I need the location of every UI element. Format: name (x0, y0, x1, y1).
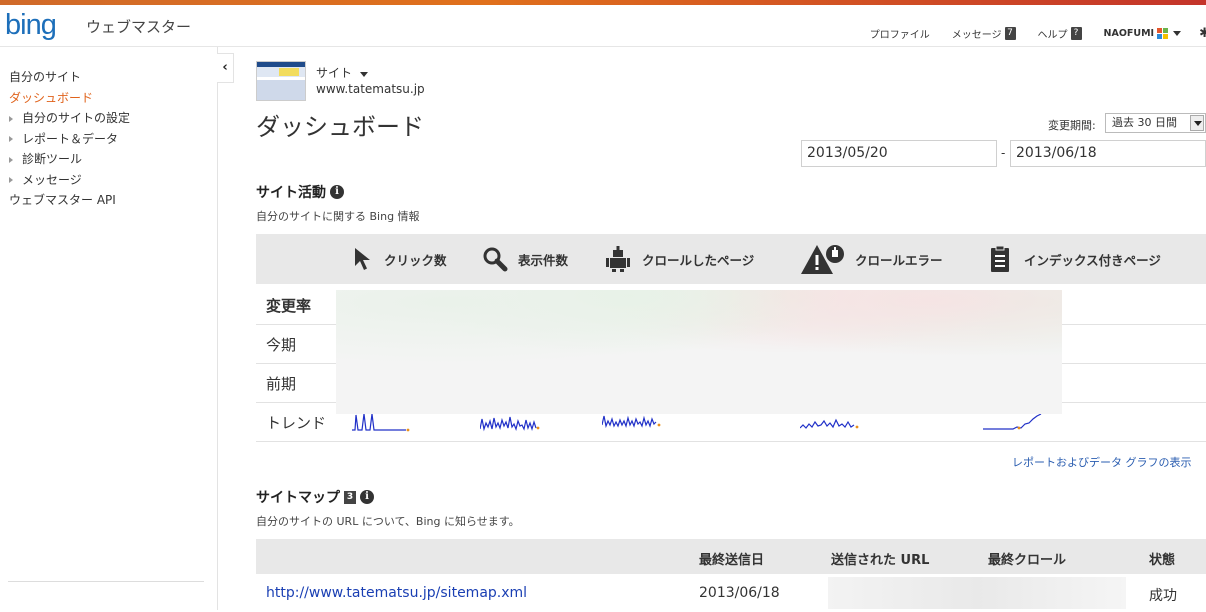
column-header-last-crawled[interactable]: 最終クロール (988, 549, 1066, 568)
bing-logo[interactable]: bing (5, 9, 57, 42)
redacted-sitemap-values (828, 577, 1126, 609)
messages-count-badge: 7 (1004, 26, 1016, 40)
table-row: http://www.tatematsu.jp/sitemap.xml 2013… (256, 574, 1206, 612)
chevron-down-icon (359, 72, 368, 77)
site-activity-description: 自分のサイトに関する Bing 情報 (256, 210, 420, 223)
site-selector[interactable]: サイト (316, 64, 368, 81)
site-activity-title-text: サイト活動 (256, 185, 326, 201)
metric-indexed-pages[interactable]: インデックス付きページ (988, 234, 1161, 284)
metric-crawled-pages[interactable]: クロールしたページ (604, 234, 754, 284)
row-label-trend: トレンド (266, 414, 327, 432)
site-selector-label: サイト (316, 66, 353, 80)
date-from-input[interactable]: 2013/05/20 (801, 140, 997, 167)
column-header-last-submitted[interactable]: 最終送信日 (699, 549, 764, 568)
sitemaps-title-text: サイトマップ (256, 490, 340, 506)
sidebar-item-site-settings[interactable]: 自分のサイトの設定 (9, 108, 130, 129)
sidebar-item-webmaster-api[interactable]: ウェブマスター API (9, 190, 130, 211)
sidebar-item-reports[interactable]: レポート＆データ (9, 129, 130, 150)
sitemaps-description: 自分のサイトの URL について、Bing に知らせます。 (256, 515, 520, 528)
page-title: ダッシュボード (256, 113, 424, 141)
sitemap-status: 成功 (1149, 588, 1177, 604)
metric-crawl-errors[interactable]: クロールエラー (799, 234, 943, 284)
nav-profile[interactable]: プロファイル (870, 26, 930, 41)
sidebar-nav: 自分のサイト ダッシュボード 自分のサイトの設定 レポート＆データ 診断ツール … (9, 67, 130, 211)
row-label-previous-period: 前期 (266, 375, 297, 393)
column-header-submitted-urls[interactable]: 送信された URL (831, 549, 929, 568)
chevron-left-icon: ‹ (222, 60, 228, 75)
gear-icon[interactable]: ✱ (1199, 26, 1206, 41)
info-icon[interactable]: i (330, 185, 344, 199)
sidebar: 自分のサイト ダッシュボード 自分のサイトの設定 レポート＆データ 診断ツール … (0, 47, 218, 610)
header: bing ウェブマスター プロファイル メッセージ 7 ヘルプ ? NAOFUM… (0, 5, 1206, 47)
sidebar-item-label: ウェブマスター API (9, 193, 116, 207)
column-header-status[interactable]: 状態 (1149, 549, 1175, 568)
metrics-header: クリック数 表示件数 クロールしたページ クロールエラー インデックス付きページ (256, 234, 1206, 284)
document-icon (991, 245, 1009, 272)
date-separator: - (1001, 146, 1006, 160)
metric-label: クロールエラー (855, 252, 943, 268)
metric-label: 表示件数 (518, 252, 569, 268)
sidebar-divider (8, 581, 204, 582)
expand-arrow-icon (9, 136, 13, 142)
sitemaps-table-header: 最終送信日 送信された URL 最終クロール 状態 (256, 539, 1206, 574)
sitemaps-count-badge: 3 (344, 490, 356, 504)
expand-arrow-icon (9, 177, 13, 183)
nav-messages-label: メッセージ (951, 29, 1002, 41)
help-icon: ? (1070, 26, 1082, 40)
warning-icon (801, 245, 844, 274)
user-name: NAOFUMI (1103, 27, 1155, 39)
view-reports-link[interactable]: レポートおよびデータ グラフの表示 (1012, 454, 1192, 470)
sidebar-item-label: レポート＆データ (22, 131, 119, 146)
sidebar-item-label: ダッシュボード (9, 90, 94, 105)
sidebar-item-dashboard[interactable]: ダッシュボード (9, 88, 130, 109)
windows-live-icon (1157, 27, 1169, 39)
nav-messages[interactable]: メッセージ 7 (952, 26, 1016, 41)
metric-label: インデックス付きページ (1024, 252, 1161, 268)
date-to-input[interactable]: 2013/06/18 (1010, 140, 1206, 167)
nav-help-label: ヘルプ (1037, 29, 1068, 41)
chevron-down-icon (1173, 30, 1182, 36)
redacted-metrics-values (336, 290, 1062, 414)
sidebar-item-label: 診断ツール (22, 152, 83, 166)
row-label-current-period: 今期 (266, 336, 297, 354)
metric-label: クロールしたページ (642, 252, 755, 268)
sidebar-item-diagnostics[interactable]: 診断ツール (9, 149, 130, 170)
magnifier-icon (483, 247, 508, 272)
cursor-icon (355, 248, 370, 270)
metric-label: クリック数 (384, 252, 447, 268)
sidebar-item-label: 自分のサイト (9, 70, 82, 84)
sidebar-collapse-button[interactable]: ‹ (217, 53, 234, 83)
nav-user-menu[interactable]: NAOFUMI (1103, 27, 1182, 39)
product-name: ウェブマスター (86, 18, 192, 36)
row-label-change-rate: 変更率 (266, 297, 312, 315)
sidebar-item-messages[interactable]: メッセージ (9, 170, 130, 191)
sitemap-url-link[interactable]: http://www.tatematsu.jp/sitemap.xml (266, 585, 527, 601)
chevron-down-icon (1190, 115, 1204, 131)
robot-icon (606, 246, 630, 272)
site-thumbnail (256, 61, 306, 101)
period-select[interactable]: 過去 30 日間 (1105, 113, 1206, 133)
sidebar-item-label: メッセージ (22, 172, 82, 187)
sitemap-last-submitted: 2013/06/18 (699, 585, 780, 601)
metric-impressions[interactable]: 表示件数 (482, 234, 568, 284)
metric-clicks[interactable]: クリック数 (352, 234, 447, 284)
period-selected: 過去 30 日間 (1112, 116, 1177, 129)
nav-help[interactable]: ヘルプ ? (1038, 26, 1082, 41)
row-divider (256, 441, 1206, 442)
info-icon[interactable]: i (360, 490, 374, 504)
sidebar-item-label: 自分のサイトの設定 (22, 111, 131, 125)
sidebar-item-my-sites[interactable]: 自分のサイト (9, 67, 130, 88)
period-label: 変更期間: (1048, 119, 1096, 132)
top-nav: プロファイル メッセージ 7 ヘルプ ? NAOFUMI ✱ (870, 25, 1206, 41)
site-url: www.tatematsu.jp (316, 82, 425, 96)
expand-arrow-icon (9, 156, 13, 163)
site-activity-title: サイト活動 i (256, 182, 344, 202)
sitemaps-title: サイトマップ 3 i (256, 487, 374, 507)
nav-profile-label: プロファイル (869, 29, 930, 41)
expand-arrow-icon (9, 115, 13, 122)
